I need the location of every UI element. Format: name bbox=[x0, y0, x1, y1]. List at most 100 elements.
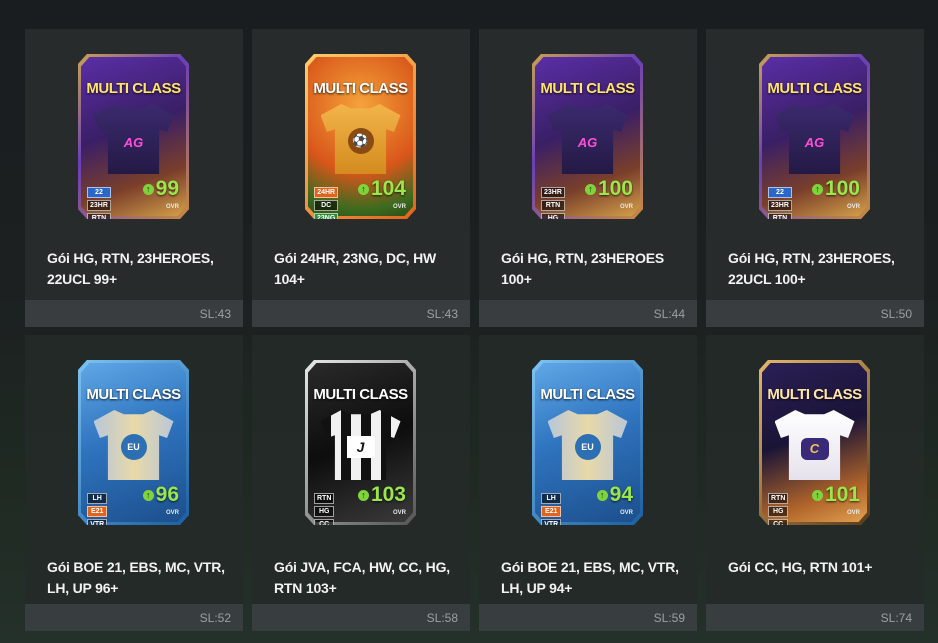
ovr-label: OVR bbox=[846, 510, 860, 516]
ovr-rating: ↑ 101 OVR bbox=[811, 483, 860, 516]
pack-footer: SL:74 bbox=[706, 604, 924, 631]
pack-tile[interactable]: MULTI CLASS AG 23HR RTN HG ↑ 100 OVR Gói HG, RTN… bbox=[479, 29, 697, 327]
arrow-up-icon: ↑ bbox=[357, 489, 369, 501]
club-crest-icon: C bbox=[800, 438, 829, 460]
pack-name: Gói HG, RTN, 23HEROES 100+ bbox=[501, 250, 665, 287]
pack-card-image[interactable]: MULTI CLASS ⚽ 24HR DC 23NG HW ↑ 104 OVR bbox=[305, 54, 416, 219]
season-tag: 22 bbox=[768, 187, 792, 198]
season-tags: 22 23HR RTN HG bbox=[87, 187, 111, 219]
ovr-value: 100 bbox=[597, 177, 633, 200]
pack-card-image[interactable]: MULTI CLASS AG 22 23HR RTN HG ↑ 99 OVR bbox=[78, 54, 189, 219]
pack-card-image[interactable]: MULTI CLASS AG 22 23HR RTN HG ↑ 100 OVR bbox=[759, 54, 870, 219]
club-crest-icon: EU bbox=[120, 434, 147, 460]
ovr-rating: ↑ 94 OVR bbox=[596, 483, 633, 516]
pack-tile[interactable]: MULTI CLASS AG 22 23HR RTN HG ↑ 100 OVR Gói HG, R… bbox=[706, 29, 924, 327]
season-tag: UP bbox=[87, 545, 107, 556]
season-tags: 23HR RTN HG bbox=[541, 187, 565, 219]
stock-count: SL:59 bbox=[653, 611, 685, 625]
club-crest-icon: EU bbox=[574, 434, 601, 460]
season-tag: VTR bbox=[87, 519, 108, 525]
season-tags: RTN HG CC bbox=[768, 493, 789, 525]
pack-name: Gói HG, RTN, 23HEROES, 22UCL 99+ bbox=[47, 250, 214, 287]
pack-name: Gói HG, RTN, 23HEROES, 22UCL 100+ bbox=[728, 250, 895, 287]
pack-tile[interactable]: MULTI CLASS ⚽ 24HR DC 23NG HW ↑ 104 OVR Gói 24HR,… bbox=[252, 29, 470, 327]
season-tag: HG bbox=[768, 506, 789, 517]
ovr-label: OVR bbox=[165, 204, 179, 210]
season-tag: 23HR bbox=[768, 200, 792, 211]
season-tag: MC bbox=[87, 532, 107, 543]
pack-card-image[interactable]: MULTI CLASS C RTN HG CC ↑ 101 OVR bbox=[759, 360, 870, 525]
stock-count: SL:74 bbox=[880, 611, 912, 625]
ovr-rating: ↑ 99 OVR bbox=[142, 177, 179, 210]
pack-footer: SL:44 bbox=[479, 300, 697, 327]
pack-card-image[interactable]: MULTI CLASS EU LH E21 VTR MC UP EBS ↑ 94 OVR bbox=[532, 360, 643, 525]
ovr-rating: ↑ 96 OVR bbox=[142, 483, 179, 516]
season-tag: 23NG bbox=[314, 213, 339, 219]
card-class-title: MULTI CLASS bbox=[540, 386, 635, 403]
season-tag: 24HR bbox=[314, 187, 339, 198]
arrow-up-icon: ↑ bbox=[584, 183, 596, 195]
stock-count: SL:43 bbox=[426, 307, 458, 321]
season-tag: LH bbox=[541, 493, 562, 504]
season-tag: UP bbox=[541, 545, 561, 556]
pack-name: Gói 24HR, 23NG, DC, HW 104+ bbox=[274, 250, 437, 287]
pack-name: Gói CC, HG, RTN 101+ bbox=[728, 559, 873, 575]
pack-tile[interactable]: MULTI CLASS AG 22 23HR RTN HG ↑ 99 OVR Gói HG, RT… bbox=[25, 29, 243, 327]
pack-footer: SL:43 bbox=[25, 300, 243, 327]
season-tag: RTN bbox=[87, 213, 111, 219]
arrow-up-icon: ↑ bbox=[811, 489, 823, 501]
stock-count: SL:43 bbox=[199, 307, 231, 321]
pack-footer: SL:43 bbox=[252, 300, 470, 327]
season-tag: HG bbox=[541, 213, 565, 219]
pack-footer: SL:58 bbox=[252, 604, 470, 631]
ovr-label: OVR bbox=[619, 204, 633, 210]
card-class-title: MULTI CLASS bbox=[86, 386, 181, 403]
club-crest-icon: AG bbox=[804, 135, 825, 150]
pack-name: Gói JVA, FCA, HW, CC, HG, RTN 103+ bbox=[274, 559, 450, 596]
ovr-value: 101 bbox=[824, 483, 860, 506]
season-tag: DC bbox=[314, 200, 339, 211]
stock-count: SL:50 bbox=[880, 307, 912, 321]
season-tag: E21 bbox=[541, 506, 562, 517]
card-class-title: MULTI CLASS bbox=[767, 80, 862, 97]
season-tag: 22 bbox=[87, 187, 111, 198]
pack-card-image[interactable]: MULTI CLASS AG 23HR RTN HG ↑ 100 OVR bbox=[532, 54, 643, 219]
ovr-rating: ↑ 103 OVR bbox=[357, 483, 406, 516]
ovr-value: 99 bbox=[155, 177, 179, 200]
pack-grid: MULTI CLASS AG 22 23HR RTN HG ↑ 99 OVR Gói HG, RT… bbox=[25, 29, 924, 631]
season-tag: LH bbox=[87, 493, 108, 504]
pack-tile[interactable]: MULTI CLASS EU LH E21 VTR MC UP EBS ↑ 94 OVR Gói BO… bbox=[479, 335, 697, 631]
ovr-value: 94 bbox=[609, 483, 633, 506]
arrow-up-icon: ↑ bbox=[142, 183, 154, 195]
season-tags: 22 23HR RTN HG bbox=[768, 187, 792, 237]
ovr-label: OVR bbox=[392, 204, 406, 210]
pack-footer: SL:59 bbox=[479, 604, 697, 631]
season-tag: 23HR bbox=[541, 187, 565, 198]
pack-tile[interactable]: MULTI CLASS C RTN HG CC ↑ 101 OVR Gói CC, HG, RT… bbox=[706, 335, 924, 631]
season-tag: HG bbox=[314, 506, 335, 517]
arrow-up-icon: ↑ bbox=[811, 183, 823, 195]
arrow-up-icon: ↑ bbox=[142, 489, 154, 501]
arrow-up-icon: ↑ bbox=[596, 489, 608, 501]
season-tag: MC bbox=[541, 532, 561, 543]
ovr-value: 100 bbox=[824, 177, 860, 200]
stock-count: SL:44 bbox=[653, 307, 685, 321]
arrow-up-icon: ↑ bbox=[357, 183, 369, 195]
card-class-title: MULTI CLASS bbox=[313, 386, 408, 403]
pack-card-image[interactable]: MULTI CLASS J RTN HG CC HW FC J ↑ 103 OVR bbox=[305, 360, 416, 525]
ovr-label: OVR bbox=[392, 510, 406, 516]
season-tag: HG bbox=[768, 226, 792, 237]
pack-tile[interactable]: MULTI CLASS J RTN HG CC HW FC J ↑ 103 OVR Gói JVA, … bbox=[252, 335, 470, 631]
club-crest-icon: J bbox=[346, 436, 375, 458]
pack-card-image[interactable]: MULTI CLASS EU LH E21 VTR MC UP EBS ↑ 96 OVR bbox=[78, 360, 189, 525]
ovr-rating: ↑ 100 OVR bbox=[584, 177, 633, 210]
card-class-title: MULTI CLASS bbox=[313, 80, 408, 97]
pack-footer: SL:52 bbox=[25, 604, 243, 631]
pack-tile[interactable]: MULTI CLASS EU LH E21 VTR MC UP EBS ↑ 96 OVR Gói BO… bbox=[25, 335, 243, 631]
stock-count: SL:52 bbox=[199, 611, 231, 625]
ovr-rating: ↑ 100 OVR bbox=[811, 177, 860, 210]
season-tags: 24HR DC 23NG HW bbox=[314, 187, 339, 219]
pack-footer: SL:50 bbox=[706, 300, 924, 327]
ovr-value: 103 bbox=[370, 483, 406, 506]
ovr-label: OVR bbox=[165, 510, 179, 516]
